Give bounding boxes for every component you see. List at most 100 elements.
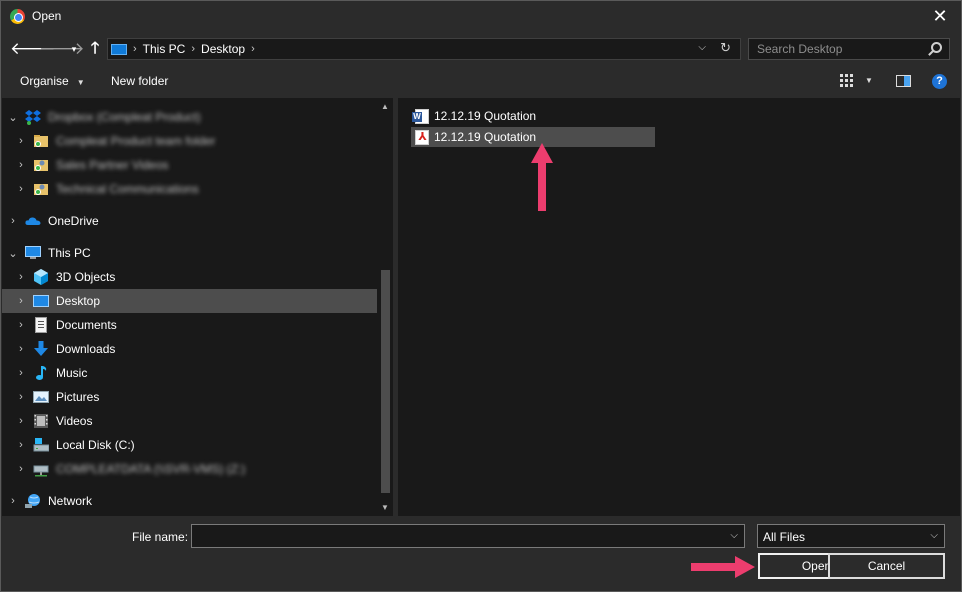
tree-label: Documents [56,318,117,332]
address-bar[interactable]: › This PC › Desktop › ⌵ ↻ [107,38,741,60]
title-bar: Open ✕ [1,1,961,32]
forward-arrow-icon[interactable]: 🡒 [39,38,85,60]
chevron-right-icon[interactable]: › [16,271,26,283]
tree-item-downloads[interactable]: › Downloads [2,337,377,361]
view-options-icon[interactable] [840,74,854,87]
file-name: 12.12.19 Quotation [434,130,537,144]
chevron-right-icon[interactable]: › [16,135,26,147]
tree-item-3d-objects[interactable]: › 3D Objects [2,265,377,289]
scrollbar-thumb[interactable] [381,270,390,493]
tree-label: Desktop [56,294,101,308]
chevron-right-icon[interactable]: › [16,159,26,171]
desktop-icon [33,295,49,307]
chevron-right-icon[interactable]: › [133,43,137,55]
footer-controls: File name: ⌵ All Files ⌵ Open Cancel [2,516,960,591]
chevron-right-icon[interactable]: › [16,463,26,475]
tree-item-network[interactable]: › Network [2,489,377,513]
this-pc-icon [111,43,127,55]
file-item-word[interactable]: 12.12.19 Quotation [411,106,655,126]
refresh-icon[interactable]: ↻ [720,40,731,56]
shared-folder-icon [34,184,48,195]
chevron-right-icon[interactable]: › [16,183,26,195]
file-name-label: File name: [132,530,189,544]
tree-item-this-pc[interactable]: ⌄ This PC [2,241,377,265]
chrome-icon [10,9,25,24]
chevron-right-icon[interactable]: › [16,367,26,379]
shared-folder-icon [34,160,48,171]
breadcrumb-desktop[interactable]: Desktop [201,42,245,56]
recent-locations-icon[interactable]: ▾ [67,38,81,60]
tree-label: Pictures [56,390,100,404]
back-arrow-icon[interactable]: 🡐 [10,38,56,60]
film-strip-icon [34,414,48,428]
tree-item-music[interactable]: › Music [2,361,377,385]
file-list[interactable]: 12.12.19 Quotation 12.12.19 Quotation [398,98,960,516]
scroll-up-arrow-icon[interactable]: ▲ [381,102,389,111]
chevron-right-icon[interactable]: › [16,415,26,427]
pictures-icon [33,391,49,403]
chevron-right-icon[interactable]: › [251,43,255,55]
chevron-down-icon: ▼ [76,78,85,87]
chevron-down-icon[interactable]: ⌵ [930,530,938,541]
navigation-scrollbar[interactable]: ▲ ▼ [378,98,393,516]
annotation-arrow-right-icon [691,556,755,578]
chevron-down-icon[interactable]: ▼ [865,76,873,85]
tree-item-pictures[interactable]: › Pictures [2,385,377,409]
tree-item-network-drive[interactable]: › COMPLEATDATA (\\SVR-VMS) (Z:) [2,457,377,481]
tree-item-team-folder[interactable]: › Compleat Product team folder [2,129,377,153]
tree-item-sales-videos[interactable]: › Sales Partner Videos [2,153,377,177]
tree-item-tech-comms[interactable]: › Technical Communications [2,177,377,201]
chevron-down-icon[interactable]: ⌵ [698,42,706,53]
chevron-right-icon[interactable]: › [16,391,26,403]
chevron-right-icon[interactable]: › [8,215,18,227]
chevron-right-icon[interactable]: › [16,295,26,307]
file-name-input[interactable] [192,525,722,547]
documents-icon [35,317,47,333]
chevron-down-icon[interactable]: ⌵ [730,530,738,541]
organise-button[interactable]: Organise ▼ [20,74,85,88]
onedrive-cloud-icon [25,217,41,225]
network-drive-icon [33,465,49,477]
chevron-right-icon[interactable]: › [191,43,195,55]
chevron-open-icon[interactable]: ⌄ [8,247,18,260]
tree-item-videos[interactable]: › Videos [2,409,377,433]
tree-item-onedrive[interactable]: › OneDrive [2,209,377,233]
file-type-value: All Files [763,530,806,544]
new-folder-button[interactable]: New folder [111,74,168,88]
breadcrumb-this-pc[interactable]: This PC [143,42,186,56]
pdf-document-icon [415,129,429,145]
music-note-icon [36,366,47,380]
annotation-arrow-up-icon [531,143,553,211]
command-bar: Organise ▼ New folder ▼ ? [2,68,960,96]
tree-item-documents[interactable]: › Documents [2,313,377,337]
tree-label: This PC [48,246,91,260]
file-name-combobox[interactable]: ⌵ [191,524,745,548]
search-input[interactable] [749,39,919,59]
chevron-right-icon[interactable]: › [16,343,26,355]
chevron-right-icon[interactable]: › [16,439,26,451]
file-type-select[interactable]: All Files ⌵ [757,524,945,548]
computer-icon [25,246,41,259]
chevron-open-icon[interactable]: ⌄ [8,111,18,124]
3d-cube-icon [34,269,48,285]
up-arrow-icon[interactable]: 🡑 [85,38,105,60]
search-box[interactable] [748,38,950,60]
tree-item-desktop[interactable]: › Desktop [2,289,377,313]
word-document-icon [412,108,429,124]
tree-label: Compleat Product team folder [56,134,216,148]
tree-item-local-disk[interactable]: › Local Disk (C:) [2,433,377,457]
close-button[interactable]: ✕ [929,5,951,27]
chevron-right-icon[interactable]: › [16,319,26,331]
tree-label: Sales Partner Videos [56,158,169,172]
search-icon[interactable] [931,42,942,53]
preview-pane-icon[interactable] [896,75,911,87]
scroll-down-arrow-icon[interactable]: ▼ [381,503,389,512]
tree-item-dropbox[interactable]: ⌄ Dropbox (Compleat Product) [2,105,377,129]
open-dialog: Open ✕ 🡐 🡒 ▾ 🡑 › This PC › Desktop › ⌵ ↻… [0,0,962,592]
tree-label: Videos [56,414,93,428]
cancel-button[interactable]: Cancel [828,553,945,579]
help-icon[interactable]: ? [932,74,947,89]
chevron-right-icon[interactable]: › [8,495,18,507]
organise-label: Organise [20,74,69,88]
navigation-pane[interactable]: ⌄ Dropbox (Compleat Product) › Compleat … [2,98,393,516]
